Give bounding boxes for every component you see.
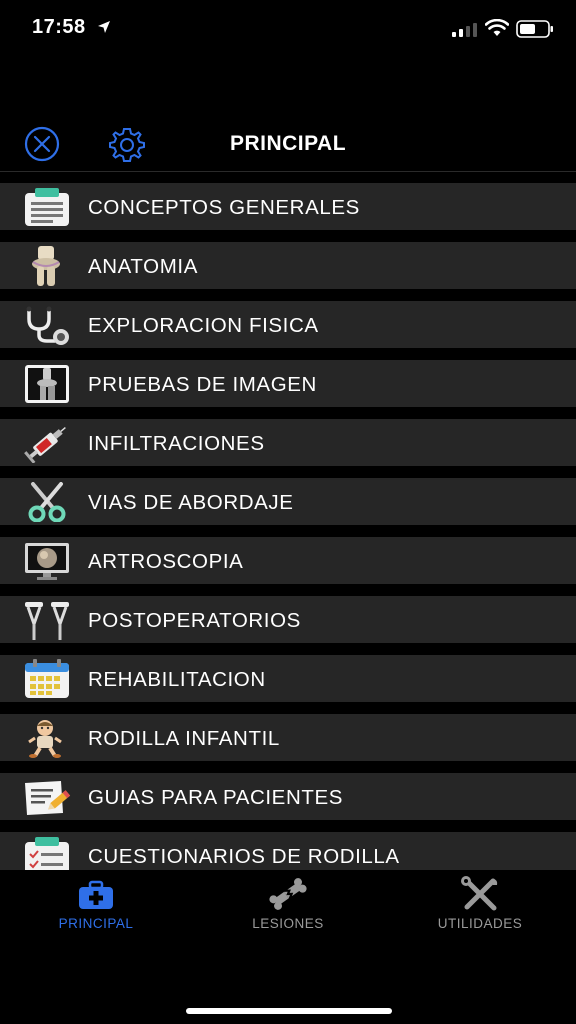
- menu-item-label: PRUEBAS DE IMAGEN: [88, 373, 317, 396]
- menu-item-anatomia[interactable]: ANATOMIA: [0, 242, 576, 289]
- tab-bar: PRINCIPAL LESIONES UTILIDADES: [0, 870, 576, 1024]
- menu-item-postoperatorios[interactable]: POSTOPERATORIOS: [0, 596, 576, 643]
- menu-item-exploracion-fisica[interactable]: EXPLORACION FISICA: [0, 301, 576, 348]
- broken-bone-icon: [269, 878, 307, 910]
- menu-item-infiltraciones[interactable]: INFILTRACIONES: [0, 419, 576, 466]
- knee-joint-icon: [32, 246, 60, 286]
- notepad-pencil-icon: [25, 781, 71, 815]
- checklist-icon: [25, 837, 69, 870]
- child-icon: [28, 720, 62, 758]
- stethoscope-icon: [26, 306, 69, 345]
- cellular-signal-icon: [452, 23, 477, 37]
- menu-item-rehabilitacion[interactable]: REHABILITACION: [0, 655, 576, 702]
- menu-item-label: INFILTRACIONES: [88, 432, 265, 455]
- menu-item-label: ANATOMIA: [88, 255, 198, 278]
- wifi-icon: [485, 19, 509, 36]
- menu-item-label: CUESTIONARIOS DE RODILLA: [88, 845, 400, 868]
- xray-icon: [25, 365, 69, 403]
- menu-item-label: VIAS DE ABORDAJE: [88, 491, 294, 514]
- scissors-icon: [28, 482, 66, 522]
- tab-lesiones[interactable]: LESIONES: [192, 870, 384, 940]
- tab-label: LESIONES: [252, 916, 324, 931]
- menu-item-label: ARTROSCOPIA: [88, 550, 244, 573]
- tab-utilidades[interactable]: UTILIDADES: [384, 870, 576, 940]
- menu-item-label: CONCEPTOS GENERALES: [88, 196, 360, 219]
- navigation-bar: PRINCIPAL: [0, 118, 576, 172]
- menu-item-label: RODILLA INFANTIL: [88, 727, 280, 750]
- menu-item-conceptos-generales[interactable]: CONCEPTOS GENERALES: [0, 183, 576, 230]
- monitor-icon: [25, 543, 69, 580]
- menu-list[interactable]: CONCEPTOS GENERALES ANATOMIA EXPLORACION…: [0, 183, 576, 870]
- menu-item-label: REHABILITACION: [88, 668, 266, 691]
- battery-icon: [516, 20, 553, 38]
- calendar-icon: [25, 659, 69, 698]
- header-divider: [0, 171, 576, 172]
- page-title: PRINCIPAL: [229, 132, 347, 155]
- tab-label: UTILIDADES: [437, 916, 523, 931]
- location-arrow-icon: [98, 21, 110, 33]
- menu-item-label: EXPLORACION FISICA: [88, 314, 319, 337]
- tools-icon: [461, 876, 498, 911]
- menu-item-rodilla-infantil[interactable]: RODILLA INFANTIL: [0, 714, 576, 761]
- menu-item-artroscopia[interactable]: ARTROSCOPIA: [0, 537, 576, 584]
- menu-item-label: POSTOPERATORIOS: [88, 609, 301, 632]
- status-time: 17:58: [32, 16, 86, 38]
- medical-kit-icon: [79, 880, 113, 909]
- syringe-icon: [24, 426, 66, 463]
- crutches-icon: [25, 602, 69, 640]
- home-indicator[interactable]: [186, 1008, 392, 1014]
- menu-item-label: GUIAS PARA PACIENTES: [88, 786, 344, 809]
- status-bar: 17:58: [0, 0, 576, 60]
- menu-item-guias-para-pacientes[interactable]: GUIAS PARA PACIENTES: [0, 773, 576, 820]
- tab-principal[interactable]: PRINCIPAL: [0, 870, 192, 940]
- tab-label: PRINCIPAL: [58, 916, 134, 931]
- clipboard-icon: [25, 188, 69, 226]
- menu-item-pruebas-de-imagen[interactable]: PRUEBAS DE IMAGEN: [0, 360, 576, 407]
- menu-item-vias-de-abordaje[interactable]: VIAS DE ABORDAJE: [0, 478, 576, 525]
- menu-item-cuestionarios-de-rodilla[interactable]: CUESTIONARIOS DE RODILLA: [0, 832, 576, 870]
